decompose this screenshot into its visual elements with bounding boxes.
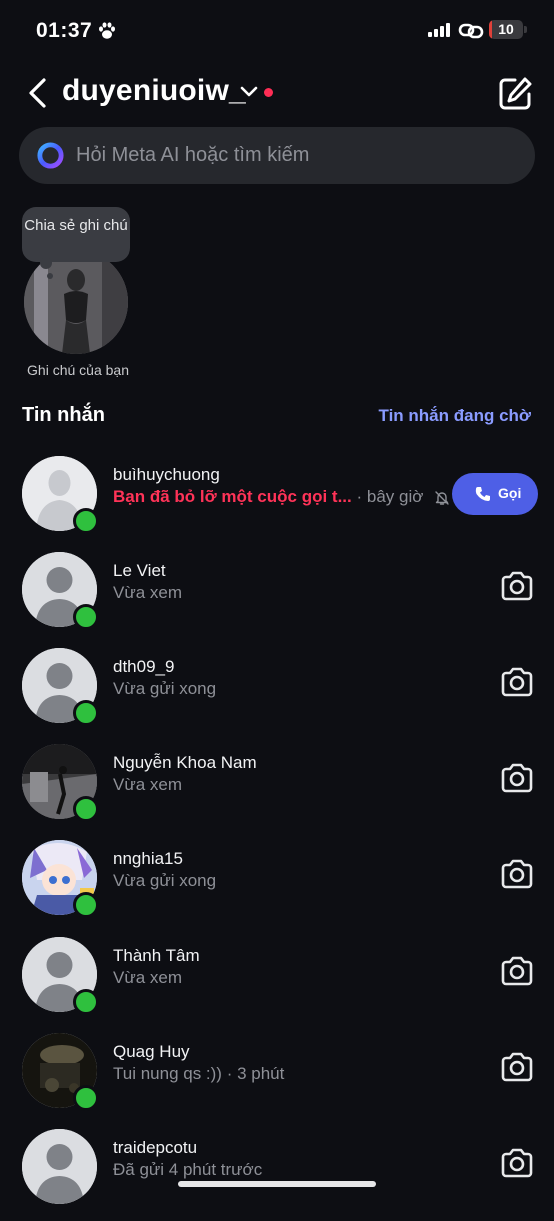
call-back-button[interactable]: Gọi <box>452 473 538 515</box>
status-bar: 01:37 10 <box>0 0 554 62</box>
search-input[interactable]: Hỏi Meta AI hoặc tìm kiếm <box>19 127 535 184</box>
missed-call-text: Bạn đã bỏ lỡ một cuộc gọi t... <box>113 487 352 506</box>
personal-hotspot-icon <box>458 23 484 39</box>
online-status-dot <box>73 508 99 534</box>
last-message: Bạn đã bỏ lỡ một cuộc gọi t... · bây giờ <box>113 487 450 507</box>
message-time: · bây giờ <box>356 487 424 506</box>
battery-nub <box>524 26 527 33</box>
battery-level: 10 <box>498 21 514 37</box>
last-message: Vừa gửi xong <box>113 871 217 890</box>
conversation-row[interactable]: dth09_9 Vừa gửi xong <box>0 644 554 740</box>
last-message: Vừa gửi xong <box>113 679 217 698</box>
status-time: 01:37 <box>36 19 93 42</box>
online-status-dot <box>73 604 99 630</box>
phone-icon <box>475 487 490 501</box>
contact-name: Quag Huy <box>113 1042 190 1061</box>
conversation-row[interactable]: Quag Huy Tui nung qs :)) · 3 phút <box>0 1029 554 1125</box>
contact-name: buìhuychuong <box>113 465 220 484</box>
meta-ai-icon <box>37 142 64 169</box>
conversation-row[interactable]: traidepcotu Đã gửi 4 phút trước <box>0 1125 554 1221</box>
your-note-label: Ghi chú của bạn <box>27 362 129 378</box>
cellular-signal-icon <box>428 23 450 37</box>
camera-icon[interactable] <box>500 1052 534 1082</box>
paw-icon <box>99 22 115 39</box>
camera-icon[interactable] <box>500 956 534 986</box>
camera-icon[interactable] <box>500 571 534 601</box>
pending-messages-link[interactable]: Tin nhắn đang chờ <box>379 406 532 426</box>
camera-icon[interactable] <box>500 763 534 793</box>
contact-name: dth09_9 <box>113 657 175 676</box>
contact-name: traidepcotu <box>113 1138 198 1157</box>
contact-name: Thành Tâm <box>113 946 200 965</box>
conversation-row[interactable]: Nguyễn Khoa Nam Vừa xem <box>0 740 554 836</box>
account-username[interactable]: duyeniuoiw_ <box>62 74 246 108</box>
camera-icon[interactable] <box>500 667 534 697</box>
contact-name: Nguyễn Khoa Nam <box>113 753 257 772</box>
conversation-row[interactable]: Thành Tâm Vừa xem <box>0 933 554 1029</box>
camera-icon[interactable] <box>500 859 534 889</box>
notification-dot <box>264 88 273 97</box>
note-bubble-tail <box>40 257 52 269</box>
camera-icon[interactable] <box>500 1148 534 1178</box>
compose-icon[interactable] <box>498 76 534 110</box>
conversation-row[interactable]: buìhuychuong Bạn đã bỏ lỡ một cuộc gọi t… <box>0 452 554 548</box>
conversation-row[interactable]: Le Viet Vừa xem <box>0 548 554 644</box>
online-status-dot <box>73 989 99 1015</box>
note-bubble-tail-small <box>47 273 53 279</box>
conversation-row[interactable]: nnghia15 Vừa gửi xong <box>0 836 554 932</box>
back-arrow-icon[interactable] <box>24 76 54 110</box>
last-message: Tui nung qs :)) · 3 phút <box>113 1064 285 1083</box>
online-status-dot <box>73 700 99 726</box>
call-button-label: Gọi <box>498 485 522 501</box>
share-note-bubble[interactable]: Chia sẻ ghi chú <box>22 207 130 262</box>
online-status-dot <box>73 796 99 822</box>
online-status-dot <box>73 1085 99 1111</box>
default-avatar-icon <box>22 1129 97 1204</box>
battery-indicator: 10 <box>489 20 523 39</box>
avatar <box>22 1129 97 1204</box>
contact-name: Le Viet <box>113 561 166 580</box>
home-indicator[interactable] <box>178 1181 376 1187</box>
last-message: Vừa xem <box>113 968 183 987</box>
last-message: Đã gửi 4 phút trước <box>113 1160 263 1179</box>
contact-name: nnghia15 <box>113 849 183 868</box>
messages-heading: Tin nhắn <box>22 404 105 426</box>
chevron-down-icon[interactable] <box>240 86 258 98</box>
search-placeholder: Hỏi Meta AI hoặc tìm kiếm <box>76 144 310 166</box>
muted-bell-icon <box>435 490 449 505</box>
online-status-dot <box>73 892 99 918</box>
last-message: Vừa xem <box>113 775 183 794</box>
last-message: Vừa xem <box>113 583 183 602</box>
